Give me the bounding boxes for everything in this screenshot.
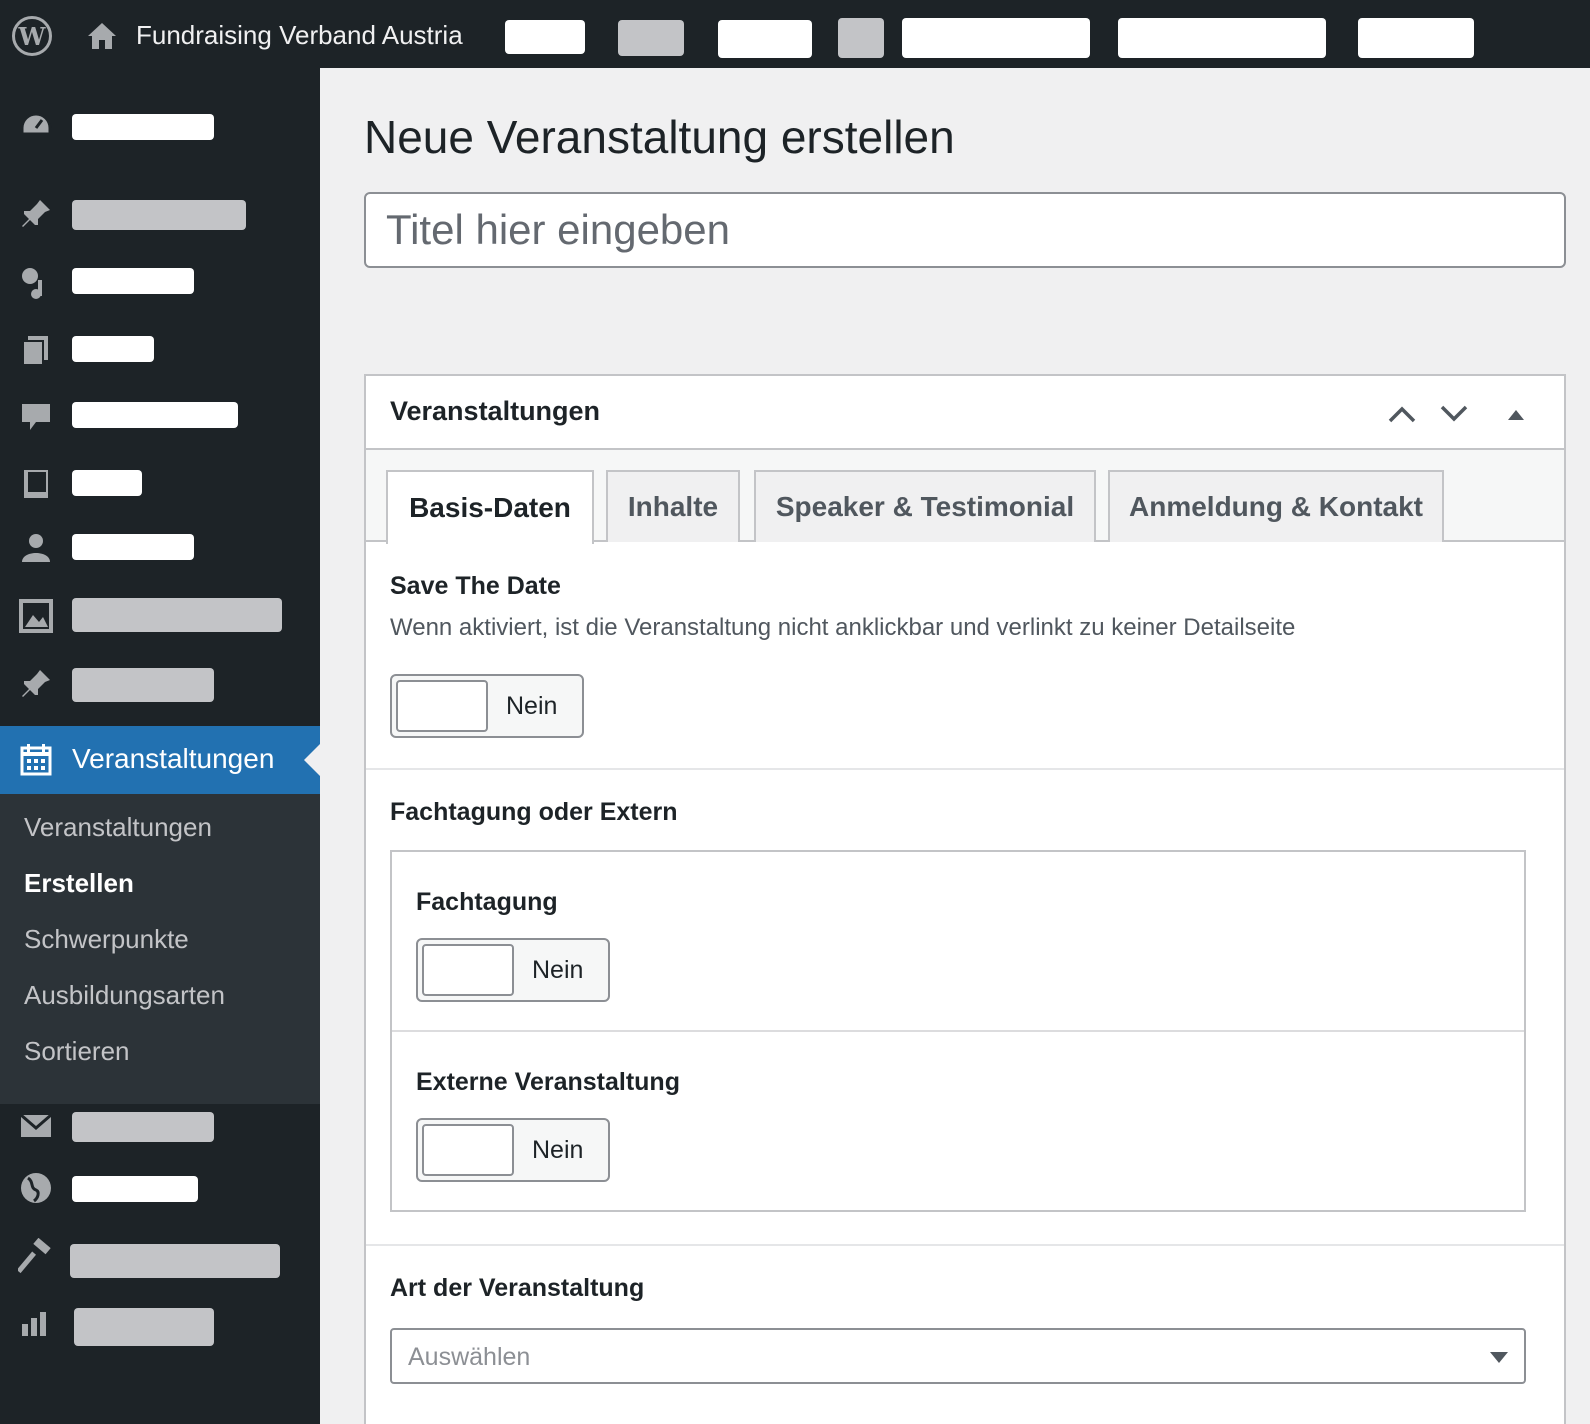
redacted-menu-item[interactable]	[72, 336, 154, 362]
redacted-adminbar-item[interactable]	[1118, 18, 1326, 58]
page-title: Neue Veranstaltung erstellen	[364, 111, 955, 163]
metabox-title: Veranstaltungen	[390, 396, 601, 426]
redacted-adminbar-item[interactable]	[618, 20, 684, 56]
tab-basis-daten[interactable]: Basis-Daten	[386, 470, 594, 544]
caret-down-icon	[1490, 1352, 1508, 1363]
redacted-menu-item[interactable]	[72, 268, 194, 294]
toggle-state-text: Nein	[532, 1136, 584, 1164]
redacted-adminbar-item[interactable]	[505, 20, 585, 54]
group-divider	[392, 1030, 1524, 1032]
submenu-item-sortieren[interactable]: Sortieren	[24, 1036, 130, 1067]
externe-veranstaltung-label: Externe Veranstaltung	[416, 1068, 680, 1096]
media-icon[interactable]	[18, 264, 54, 300]
redacted-adminbar-item[interactable]	[838, 18, 884, 58]
field-divider	[366, 1244, 1564, 1246]
admin-sidebar: Veranstaltungen Veranstaltungen Erstelle…	[0, 68, 320, 1424]
redacted-menu-item[interactable]	[72, 1112, 214, 1142]
fachtagung-extern-label: Fachtagung oder Extern	[390, 798, 678, 826]
hammer-icon[interactable]	[18, 1238, 54, 1274]
redacted-adminbar-item[interactable]	[1358, 18, 1474, 58]
tab-inhalte[interactable]: Inhalte	[606, 470, 740, 542]
redacted-menu-item[interactable]	[72, 598, 282, 632]
book-icon[interactable]	[18, 466, 54, 502]
globe-icon[interactable]	[18, 1170, 54, 1206]
redacted-adminbar-item[interactable]	[718, 20, 812, 58]
chevron-up-icon	[1388, 406, 1416, 423]
site-name-link[interactable]: Fundraising Verband Austria	[136, 20, 463, 51]
toggle-knob	[422, 944, 514, 996]
title-input[interactable]	[364, 192, 1566, 268]
submenu-item-schwerpunkte[interactable]: Schwerpunkte	[24, 924, 189, 955]
fachtagung-label: Fachtagung	[416, 888, 558, 916]
admin-bar: W Fundraising Verband Austria	[0, 0, 1590, 68]
current-menu-arrow	[304, 744, 320, 776]
move-up-button[interactable]	[1382, 394, 1422, 434]
sidebar-submenu: Veranstaltungen Erstellen Schwerpunkte A…	[0, 794, 320, 1104]
redacted-adminbar-item[interactable]	[902, 18, 1090, 58]
home-icon[interactable]	[86, 20, 118, 52]
mail-icon[interactable]	[18, 1108, 54, 1144]
toggle-knob	[396, 680, 488, 732]
field-divider	[366, 768, 1564, 770]
redacted-menu-item[interactable]	[74, 1308, 214, 1346]
save-the-date-label: Save The Date	[390, 572, 561, 600]
pages-icon[interactable]	[18, 332, 54, 368]
save-the-date-description: Wenn aktiviert, ist die Veranstaltung ni…	[390, 614, 1296, 641]
metabox-header: Veranstaltungen	[366, 376, 1564, 450]
sidebar-item-veranstaltungen[interactable]: Veranstaltungen	[0, 726, 320, 794]
toggle-state-text: Nein	[532, 956, 584, 984]
calendar-icon	[20, 744, 52, 776]
chevron-down-icon	[1440, 405, 1468, 422]
pin-icon[interactable]	[18, 666, 54, 702]
toggle-knob	[422, 1124, 514, 1176]
tab-anmeldung-kontakt[interactable]: Anmeldung & Kontakt	[1108, 470, 1444, 542]
redacted-menu-item[interactable]	[72, 200, 246, 230]
redacted-menu-item[interactable]	[72, 1176, 198, 1202]
select-value: Auswählen	[408, 1343, 531, 1371]
submenu-item-erstellen[interactable]: Erstellen	[24, 868, 134, 899]
pin-icon[interactable]	[18, 196, 54, 232]
fachtagung-extern-group: Fachtagung Nein Externe Veranstaltung Ne…	[390, 850, 1526, 1212]
art-der-veranstaltung-label: Art der Veranstaltung	[390, 1274, 645, 1302]
tab-speaker-testimonial[interactable]: Speaker & Testimonial	[754, 470, 1096, 542]
redacted-menu-item[interactable]	[70, 1244, 280, 1278]
sidebar-item-label: Veranstaltungen	[72, 743, 275, 774]
dashboard-icon[interactable]	[18, 108, 54, 144]
save-the-date-toggle[interactable]: Nein	[390, 674, 584, 738]
user-icon[interactable]	[18, 530, 54, 566]
veranstaltungen-metabox: Veranstaltungen Basis-Daten Inhalte Spea…	[364, 374, 1566, 1424]
triangle-up-icon	[1508, 410, 1524, 420]
art-der-veranstaltung-select[interactable]: Auswählen	[390, 1328, 1526, 1384]
redacted-menu-item[interactable]	[72, 534, 194, 560]
toggle-panel-button[interactable]	[1496, 394, 1536, 434]
fachtagung-toggle[interactable]: Nein	[416, 938, 610, 1002]
tab-bar: Basis-Daten Inhalte Speaker & Testimonia…	[366, 450, 1564, 544]
gallery-icon[interactable]	[18, 598, 54, 634]
chart-icon[interactable]	[18, 1304, 54, 1340]
submenu-item-ausbildungsarten[interactable]: Ausbildungsarten	[24, 980, 225, 1011]
toggle-state-text: Nein	[506, 692, 558, 720]
redacted-menu-item[interactable]	[72, 668, 214, 702]
submenu-item-veranstaltungen[interactable]: Veranstaltungen	[24, 812, 212, 843]
redacted-menu-item[interactable]	[72, 114, 214, 140]
externe-veranstaltung-toggle[interactable]: Nein	[416, 1118, 610, 1182]
move-down-button[interactable]	[1434, 394, 1474, 434]
redacted-menu-item[interactable]	[72, 402, 238, 428]
redacted-menu-item[interactable]	[72, 470, 142, 496]
comments-icon[interactable]	[18, 398, 54, 434]
wordpress-logo-icon[interactable]: W	[12, 16, 52, 56]
